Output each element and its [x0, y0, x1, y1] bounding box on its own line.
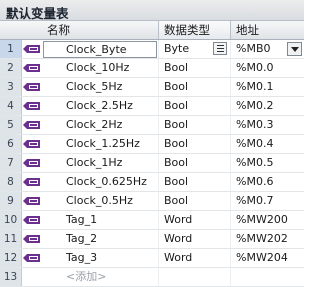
tag-name[interactable]: Clock_10Hz: [42, 59, 158, 77]
header-name[interactable]: 名称: [42, 21, 158, 39]
table-row[interactable]: 12 Tag_3 Word %MW204: [0, 249, 304, 268]
address-value[interactable]: %M0.1: [230, 78, 304, 96]
data-type-value[interactable]: Bool: [158, 135, 230, 153]
empty-data-type: [158, 268, 230, 286]
row-number[interactable]: 1: [0, 40, 22, 58]
tag-variable-icon: [22, 78, 42, 96]
header-data-type[interactable]: 数据类型: [158, 21, 230, 39]
address-value[interactable]: %M0.2: [230, 97, 304, 115]
table-row[interactable]: 11 Tag_2 Word %MW202: [0, 230, 304, 249]
address-value[interactable]: %M0.5: [230, 154, 304, 172]
table-row[interactable]: 10 Tag_1 Word %MW200: [0, 211, 304, 230]
tag-variable-icon: [22, 40, 42, 58]
row-number[interactable]: 2: [0, 59, 22, 77]
table-title-bar: 默认变量表: [0, 0, 304, 21]
row-number[interactable]: 7: [0, 154, 22, 172]
data-type-value[interactable]: Word: [158, 249, 230, 267]
data-type-value: Byte: [164, 42, 190, 55]
row-number[interactable]: 11: [0, 230, 22, 248]
table-row[interactable]: 6 Clock_1.25Hz Bool %M0.4: [0, 135, 304, 154]
row-number[interactable]: 6: [0, 135, 22, 153]
tag-name[interactable]: Clock_2.5Hz: [42, 97, 158, 115]
add-new-tag[interactable]: <添加>: [42, 268, 158, 286]
tag-name[interactable]: Clock_2Hz: [42, 116, 158, 134]
address-value[interactable]: %M0.7: [230, 192, 304, 210]
row-number[interactable]: 10: [0, 211, 22, 229]
table-row[interactable]: 7 Clock_1Hz Bool %M0.5: [0, 154, 304, 173]
list-browse-icon[interactable]: [213, 42, 227, 55]
data-type-value[interactable]: Bool: [158, 192, 230, 210]
row-number[interactable]: 4: [0, 97, 22, 115]
row-number[interactable]: 13: [0, 268, 22, 286]
table-row[interactable]: 8 Clock_0.625Hz Bool %M0.6: [0, 173, 304, 192]
tag-variable-icon: [22, 154, 42, 172]
row-number[interactable]: 12: [0, 249, 22, 267]
data-type-cell[interactable]: Byte: [158, 40, 230, 58]
tag-name[interactable]: Clock_0.625Hz: [42, 173, 158, 191]
data-type-value[interactable]: Bool: [158, 154, 230, 172]
table-row[interactable]: 5 Clock_2Hz Bool %M0.3: [0, 116, 304, 135]
address-value[interactable]: %M0.4: [230, 135, 304, 153]
data-type-value[interactable]: Bool: [158, 97, 230, 115]
tag-name-input[interactable]: Clock_Byte: [43, 41, 157, 58]
header-icon: [22, 21, 42, 39]
tag-name[interactable]: Tag_2: [42, 230, 158, 248]
tag-variable-icon: [22, 249, 42, 267]
tag-variable-icon: [22, 173, 42, 191]
tag-name[interactable]: Clock_1.25Hz: [42, 135, 158, 153]
column-header-row: 名称 数据类型 地址: [0, 21, 304, 40]
tag-variable-icon: [22, 230, 42, 248]
tag-variable-icon: [22, 135, 42, 153]
address-value[interactable]: %MW202: [230, 230, 304, 248]
header-address[interactable]: 地址: [230, 21, 304, 39]
tag-name[interactable]: Clock_5Hz: [42, 78, 158, 96]
table-row[interactable]: 1 Clock_Byte Byte %MB0: [0, 40, 304, 59]
address-value[interactable]: %M0.6: [230, 173, 304, 191]
address-value[interactable]: %M0.3: [230, 116, 304, 134]
header-rownum: [0, 21, 22, 39]
tag-name[interactable]: Tag_3: [42, 249, 158, 267]
address-value: %MB0: [236, 42, 271, 55]
tag-name[interactable]: Clock_1Hz: [42, 154, 158, 172]
tag-variable-icon: [22, 211, 42, 229]
tag-name[interactable]: Tag_1: [42, 211, 158, 229]
address-value[interactable]: %MW200: [230, 211, 304, 229]
tag-variable-icon: [22, 116, 42, 134]
empty-address: [230, 268, 304, 286]
table-row[interactable]: 3 Clock_5Hz Bool %M0.1: [0, 78, 304, 97]
row-number[interactable]: 3: [0, 78, 22, 96]
row-number[interactable]: 9: [0, 192, 22, 210]
variable-table-grid: 1 Clock_Byte Byte %MB0 2 Clock_10Hz Bool…: [0, 40, 304, 287]
data-type-value[interactable]: Word: [158, 230, 230, 248]
data-type-value[interactable]: Bool: [158, 116, 230, 134]
tag-variable-icon: [22, 97, 42, 115]
tag-name[interactable]: Clock_0.5Hz: [42, 192, 158, 210]
tag-variable-icon: [22, 59, 42, 77]
table-row[interactable]: 4 Clock_2.5Hz Bool %M0.2: [0, 97, 304, 116]
data-type-value[interactable]: Word: [158, 211, 230, 229]
table-row[interactable]: 2 Clock_10Hz Bool %M0.0: [0, 59, 304, 78]
table-title: 默认变量表: [6, 6, 69, 21]
row-number[interactable]: 8: [0, 173, 22, 191]
add-row[interactable]: 13 <添加>: [0, 268, 304, 287]
table-row[interactable]: 9 Clock_0.5Hz Bool %M0.7: [0, 192, 304, 211]
data-type-value[interactable]: Bool: [158, 78, 230, 96]
row-number[interactable]: 5: [0, 116, 22, 134]
empty-icon-cell: [22, 268, 42, 286]
data-type-value[interactable]: Bool: [158, 59, 230, 77]
address-value[interactable]: %MW204: [230, 249, 304, 267]
address-cell[interactable]: %MB0: [230, 40, 304, 58]
address-value[interactable]: %M0.0: [230, 59, 304, 77]
tag-variable-icon: [22, 192, 42, 210]
data-type-value[interactable]: Bool: [158, 173, 230, 191]
chevron-down-icon[interactable]: [287, 42, 302, 56]
